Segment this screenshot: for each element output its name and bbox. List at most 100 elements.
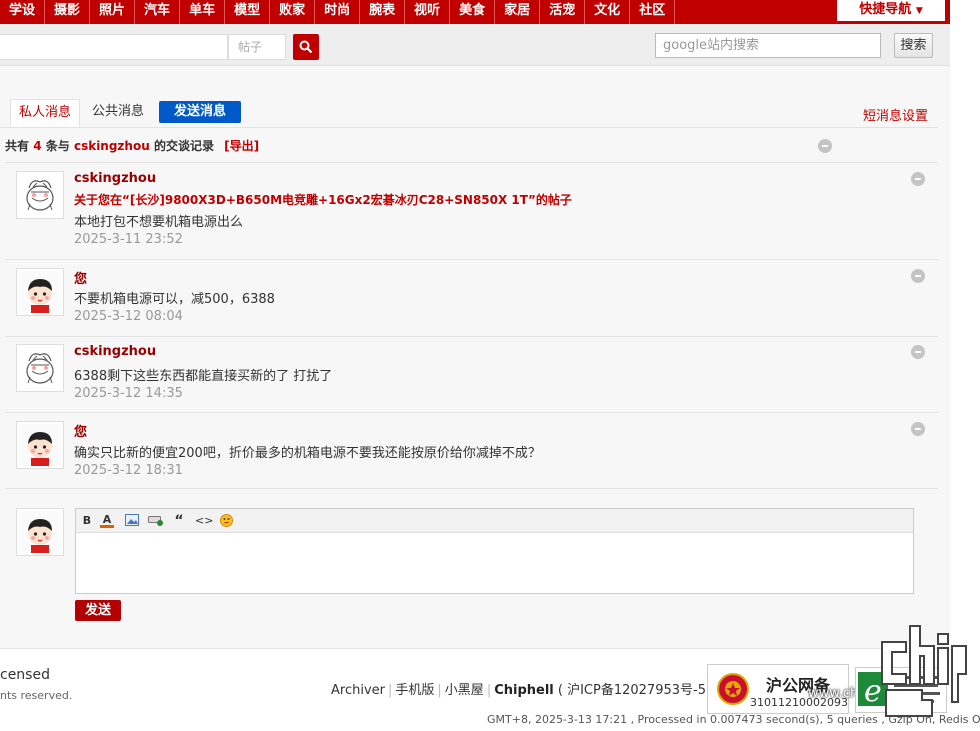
nav-item-photos[interactable]: 照片 xyxy=(90,0,136,24)
avatar[interactable] xyxy=(16,171,64,219)
quote-button[interactable]: “ xyxy=(174,514,184,528)
search-button[interactable] xyxy=(293,34,319,60)
font-color-button[interactable]: A xyxy=(100,514,114,528)
delete-message-icon[interactable] xyxy=(911,345,925,359)
message-sender[interactable]: cskingzhou xyxy=(74,344,156,359)
nav-item-av[interactable]: 视听 xyxy=(405,0,451,24)
avatar-cartoon-icon xyxy=(19,271,61,313)
avatar[interactable] xyxy=(16,421,64,469)
message-time: 2025-3-12 14:35 xyxy=(74,386,183,401)
nav-item-photography[interactable]: 摄影 xyxy=(45,0,91,24)
bold-button[interactable]: B xyxy=(81,514,93,528)
message-item: cskingzhou 关于您在“[长沙]9800X3D+B650M电竞雕+16G… xyxy=(0,162,938,259)
footer-license-text: censed xyxy=(0,667,50,683)
avatar-cartoon-icon xyxy=(19,511,61,553)
reply-editor: B A “ <> xyxy=(75,508,914,594)
brand-link[interactable]: Chiphell xyxy=(494,683,554,698)
nav-item-watches[interactable]: 腕表 xyxy=(360,0,406,24)
code-button[interactable]: <> xyxy=(195,514,213,528)
nav-item-bikes[interactable]: 单车 xyxy=(180,0,226,24)
message-item: cskingzhou 6388剩下这些东西都能直接买新的了 打扰了 2025-3… xyxy=(0,336,938,412)
link-separator: | xyxy=(437,683,442,698)
avatar[interactable] xyxy=(16,344,64,392)
delete-message-icon[interactable] xyxy=(911,422,925,436)
emoji-button[interactable] xyxy=(219,514,233,528)
google-search-button[interactable]: 搜索 xyxy=(894,33,933,58)
pm-settings-link[interactable]: 短消息设置 xyxy=(863,105,928,124)
message-time: 2025-3-12 18:31 xyxy=(74,463,183,478)
link-icon xyxy=(148,516,163,526)
message-subject-link[interactable]: 关于您在“[长沙]9800X3D+B650M电竞雕+16Gx2宏碁冰刃C28+S… xyxy=(74,191,572,208)
message-body: 确实只比新的便宜200吧，折价最多的机箱电源不要我还能按原价给你减掉不成？ xyxy=(74,446,541,461)
nav-item-models[interactable]: 模型 xyxy=(225,0,271,24)
message-sender[interactable]: 您 xyxy=(74,268,87,287)
nav-item-pets[interactable]: 活宠 xyxy=(540,0,586,24)
nav-item-fashion[interactable]: 时尚 xyxy=(315,0,361,24)
footer-rights-text: nts reserved. xyxy=(0,689,73,702)
message-time: 2025-3-11 23:52 xyxy=(74,232,183,247)
footer: censed nts reserved. Archiver | 手机版 | 小黑屋 | Ch… xyxy=(0,648,980,731)
archiver-link[interactable]: Archiver xyxy=(331,683,385,698)
quick-nav-button[interactable]: 快捷导航 ▼ xyxy=(836,0,946,22)
avatar-cartoon-icon xyxy=(19,424,61,466)
search-icon xyxy=(299,40,313,54)
nav-item-community[interactable]: 社区 xyxy=(630,0,676,24)
my-avatar[interactable] xyxy=(16,508,64,556)
search-input[interactable] xyxy=(0,34,228,60)
message-body: 不要机箱电源可以，减500，6388 xyxy=(74,292,275,307)
send-message-button[interactable]: 发送消息 xyxy=(159,101,241,123)
message-panel: 私人消息 公共消息 发送消息 短消息设置 共有 4 条与 cskingzhou … xyxy=(0,66,950,731)
conversation-summary: 共有 4 条与 cskingzhou 的交谈记录 [导出] xyxy=(5,137,259,154)
nav-item-home[interactable]: 家居 xyxy=(495,0,541,24)
summary-user-link[interactable]: cskingzhou xyxy=(74,139,150,153)
summary-suffix: 的交谈记录 xyxy=(153,139,214,153)
message-sender[interactable]: 您 xyxy=(74,421,87,440)
message-item: 您 确实只比新的便宜200吧，折价最多的机箱电源不要我还能按原价给你减掉不成？ … xyxy=(0,412,938,488)
icp-link[interactable]: ( 沪ICP备12027953号-5 ) xyxy=(558,683,715,698)
tab-private-messages[interactable]: 私人消息 xyxy=(10,99,80,127)
google-search-input[interactable]: google站内搜索 xyxy=(655,33,881,58)
message-body: 6388剩下这些东西都能直接买新的了 打扰了 xyxy=(74,369,333,384)
message-item: 您 不要机箱电源可以，减500，6388 2025-3-12 08:04 xyxy=(0,259,938,336)
footer-links: Archiver | 手机版 | 小黑屋 | Chiphell ( 沪ICP备1202795… xyxy=(331,679,715,698)
top-nav: 学设 摄影 照片 汽车 单车 模型 败家 时尚 腕表 视听 美食 家居 活宠 文… xyxy=(0,0,950,24)
image-icon xyxy=(124,514,139,526)
smiley-icon xyxy=(219,514,233,527)
search-type-select[interactable]: 帖子 xyxy=(228,34,286,60)
summary-count: 4 xyxy=(33,139,42,153)
message-body: 本地打包不想要机箱电源出么 xyxy=(74,215,244,230)
delete-message-icon[interactable] xyxy=(911,269,925,283)
quick-nav-label: 快捷导航 xyxy=(859,2,912,17)
nav-right-spacer xyxy=(950,0,980,24)
send-reply-button[interactable]: 发送 xyxy=(75,600,121,621)
avatar-sketch-icon xyxy=(26,180,54,211)
link-button[interactable] xyxy=(148,514,164,528)
avatar[interactable] xyxy=(16,268,64,316)
tabs-divider xyxy=(0,127,938,128)
caret-down-icon: ▼ xyxy=(915,6,923,16)
delete-message-icon[interactable] xyxy=(911,172,925,186)
nav-item-culture[interactable]: 文化 xyxy=(585,0,631,24)
message-time: 2025-3-12 08:04 xyxy=(74,309,183,324)
image-button[interactable] xyxy=(124,514,139,528)
editor-toolbar: B A “ <> xyxy=(76,509,913,533)
avatar-sketch-icon xyxy=(26,353,54,384)
blackroom-link[interactable]: 小黑屋 xyxy=(445,683,484,698)
message-sender[interactable]: cskingzhou xyxy=(74,171,156,186)
chiphell-logo-icon xyxy=(881,625,967,717)
search-bar: 帖子 google站内搜索 搜索 xyxy=(0,24,950,66)
police-emblem-icon xyxy=(717,673,749,705)
nav-item-study[interactable]: 学设 xyxy=(0,0,46,24)
tab-public-messages[interactable]: 公共消息 xyxy=(82,99,154,127)
summary-prefix: 共有 xyxy=(5,139,30,153)
divider xyxy=(5,488,938,489)
delete-conversation-icon[interactable] xyxy=(818,139,832,153)
export-link[interactable]: [导出] xyxy=(224,139,259,153)
mobile-link[interactable]: 手机版 xyxy=(395,683,434,698)
nav-item-cars[interactable]: 汽车 xyxy=(135,0,181,24)
reply-textarea[interactable] xyxy=(76,534,913,593)
link-separator: | xyxy=(388,683,393,698)
summary-middle: 条与 xyxy=(45,139,70,153)
nav-item-shopping[interactable]: 败家 xyxy=(270,0,316,24)
nav-item-food[interactable]: 美食 xyxy=(450,0,496,24)
